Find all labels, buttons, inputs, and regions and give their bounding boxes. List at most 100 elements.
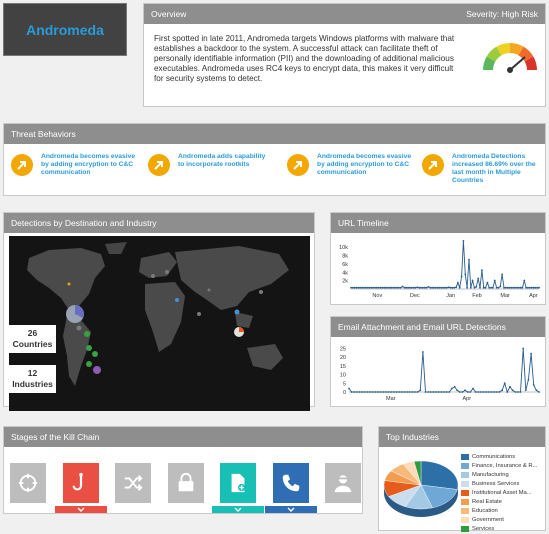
url-timeline-point[interactable] bbox=[392, 286, 395, 289]
url-timeline-point[interactable] bbox=[475, 286, 478, 288]
email-point[interactable] bbox=[356, 391, 358, 393]
url-timeline-point[interactable] bbox=[495, 286, 498, 289]
url-timeline-point[interactable] bbox=[486, 281, 489, 284]
url-timeline-point[interactable] bbox=[409, 286, 411, 289]
email-point[interactable] bbox=[366, 391, 369, 393]
email-point[interactable] bbox=[422, 351, 424, 353]
url-timeline-point[interactable] bbox=[374, 286, 376, 289]
email-point[interactable] bbox=[519, 391, 522, 393]
email-point[interactable] bbox=[466, 391, 469, 393]
kill-chain-stage[interactable] bbox=[10, 463, 46, 503]
url-timeline-point[interactable] bbox=[479, 286, 481, 289]
email-point[interactable] bbox=[445, 391, 448, 393]
url-timeline-point[interactable] bbox=[385, 286, 387, 289]
url-timeline-point[interactable] bbox=[364, 286, 367, 289]
url-timeline-point[interactable] bbox=[516, 286, 518, 289]
behavior-item[interactable]: Andromeda becomes evasive by adding encr… bbox=[11, 153, 136, 177]
email-point[interactable] bbox=[374, 391, 377, 393]
url-timeline-point[interactable] bbox=[493, 279, 496, 282]
email-point[interactable] bbox=[437, 391, 440, 393]
email-point[interactable] bbox=[477, 391, 480, 393]
url-timeline-point[interactable] bbox=[405, 286, 408, 289]
url-timeline-point[interactable] bbox=[363, 286, 365, 289]
behavior-item[interactable]: Andromeda becomes evasive by adding encr… bbox=[287, 153, 412, 177]
url-timeline-point[interactable] bbox=[504, 286, 507, 289]
legend-item[interactable]: Real Estate bbox=[461, 498, 502, 505]
url-timeline-point[interactable] bbox=[387, 286, 389, 289]
email-point[interactable] bbox=[424, 391, 427, 393]
email-point[interactable] bbox=[443, 391, 445, 393]
kill-chain-stage[interactable] bbox=[220, 463, 256, 503]
email-point[interactable] bbox=[538, 391, 540, 393]
email-point[interactable] bbox=[488, 391, 490, 393]
url-timeline-point[interactable] bbox=[482, 286, 485, 289]
url-timeline-point[interactable] bbox=[527, 286, 529, 289]
url-timeline-point[interactable] bbox=[525, 286, 527, 289]
email-point[interactable] bbox=[495, 391, 498, 393]
url-timeline-point[interactable] bbox=[370, 286, 373, 289]
url-timeline-point[interactable] bbox=[416, 286, 419, 289]
url-timeline-point[interactable] bbox=[359, 286, 362, 289]
email-point[interactable] bbox=[480, 391, 482, 393]
url-timeline-point[interactable] bbox=[377, 286, 380, 289]
url-timeline-point[interactable] bbox=[361, 286, 363, 289]
url-timeline-point[interactable] bbox=[412, 286, 415, 289]
url-timeline-point[interactable] bbox=[418, 286, 421, 289]
url-timeline-point[interactable] bbox=[519, 286, 522, 289]
url-timeline-point[interactable] bbox=[528, 286, 531, 289]
url-timeline-point[interactable] bbox=[407, 286, 409, 289]
legend-item[interactable]: Government bbox=[461, 516, 504, 523]
url-timeline-point[interactable] bbox=[390, 286, 393, 289]
url-timeline-point[interactable] bbox=[471, 279, 474, 282]
kill-chain-stage[interactable] bbox=[325, 463, 361, 503]
url-timeline-point[interactable] bbox=[481, 269, 483, 272]
email-point[interactable] bbox=[469, 391, 472, 393]
url-timeline-point[interactable] bbox=[521, 286, 524, 289]
email-point[interactable] bbox=[350, 391, 353, 393]
email-point[interactable] bbox=[524, 389, 527, 392]
email-point[interactable] bbox=[511, 389, 514, 392]
url-timeline-point[interactable] bbox=[442, 286, 445, 289]
url-timeline-point[interactable] bbox=[399, 286, 402, 289]
url-timeline-point[interactable] bbox=[355, 286, 358, 289]
url-timeline-point[interactable] bbox=[433, 286, 435, 289]
email-point[interactable] bbox=[532, 384, 535, 386]
url-timeline-point[interactable] bbox=[534, 286, 537, 289]
url-timeline-point[interactable] bbox=[508, 286, 511, 289]
url-timeline-point[interactable] bbox=[434, 286, 437, 289]
email-point[interactable] bbox=[456, 389, 459, 392]
email-point[interactable] bbox=[522, 347, 525, 350]
legend-item[interactable]: Finance, Insurance & R... bbox=[461, 462, 537, 469]
email-point[interactable] bbox=[485, 391, 488, 393]
url-timeline-point[interactable] bbox=[492, 286, 494, 289]
email-point[interactable] bbox=[458, 391, 461, 393]
email-point[interactable] bbox=[416, 391, 419, 393]
legend-item[interactable]: Institutional Asset Ma... bbox=[461, 489, 532, 496]
url-timeline-point[interactable] bbox=[379, 286, 382, 289]
url-timeline-point[interactable] bbox=[375, 286, 378, 289]
email-point[interactable] bbox=[432, 391, 435, 393]
behavior-item[interactable]: Andromeda adds capability to incorporate… bbox=[148, 153, 273, 176]
url-timeline-point[interactable] bbox=[462, 240, 465, 242]
url-timeline-point[interactable] bbox=[398, 286, 400, 289]
url-timeline-point[interactable] bbox=[501, 273, 503, 276]
url-timeline-point[interactable] bbox=[506, 286, 509, 289]
url-timeline-point[interactable] bbox=[414, 286, 417, 289]
url-timeline-point[interactable] bbox=[523, 279, 526, 282]
url-timeline-point[interactable] bbox=[469, 286, 472, 289]
email-point[interactable] bbox=[493, 391, 495, 393]
url-timeline-point[interactable] bbox=[449, 286, 452, 289]
url-timeline-point[interactable] bbox=[440, 286, 443, 289]
url-timeline-point[interactable] bbox=[532, 286, 535, 289]
url-timeline-point[interactable] bbox=[512, 286, 515, 289]
email-point[interactable] bbox=[440, 391, 443, 393]
url-timeline-point[interactable] bbox=[447, 286, 450, 289]
email-point[interactable] bbox=[427, 391, 430, 393]
url-timeline-point[interactable] bbox=[420, 286, 422, 289]
url-timeline-point[interactable] bbox=[460, 275, 463, 278]
url-timeline-point[interactable] bbox=[538, 286, 540, 289]
url-timeline-point[interactable] bbox=[410, 286, 413, 289]
email-point[interactable] bbox=[393, 391, 395, 393]
email-point[interactable] bbox=[474, 391, 477, 393]
url-timeline-point[interactable] bbox=[381, 286, 384, 289]
